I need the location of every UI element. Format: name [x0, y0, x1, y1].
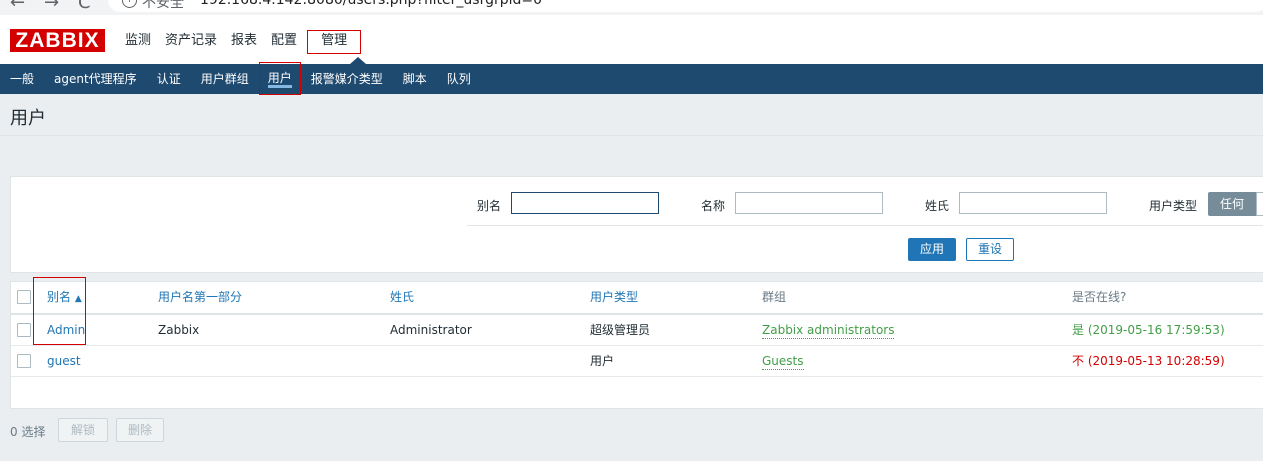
selected-count: 0 选择	[10, 425, 46, 439]
nav-inventory[interactable]: 资产记录	[158, 30, 224, 52]
user-alias-link[interactable]: Admin	[47, 315, 85, 345]
back-icon[interactable]: ←	[10, 0, 25, 13]
browser-toolbar: ← → C i 不安全 192.168.4.142:8080/users.php…	[0, 0, 1263, 15]
top-header: ZABBIX 监测 资产记录 报表 配置 管理	[0, 15, 1263, 64]
table-row: guest 用户 Guests 不 (2019-05-13 10:28:59)	[11, 346, 1263, 377]
filter-panel: 别名 名称 姓氏 用户类型 任何 应用 重设	[10, 176, 1263, 273]
reset-button[interactable]: 重设	[966, 238, 1014, 261]
users-table: 别名 ▲ 用户名第一部分 姓氏 用户类型 群组 是否在线? Admin Zabb…	[10, 277, 1263, 409]
row-checkbox[interactable]	[17, 323, 31, 337]
subnav-user-groups[interactable]: 用户群组	[191, 64, 259, 94]
user-type-filter-label: 用户类型	[1149, 199, 1198, 213]
nav-monitoring[interactable]: 监测	[118, 30, 158, 52]
user-group-link[interactable]: Zabbix administrators	[762, 322, 895, 339]
surname-filter-label: 姓氏	[925, 199, 950, 213]
header-surname[interactable]: 姓氏	[390, 282, 414, 312]
subnav-proxies[interactable]: agent代理程序	[44, 64, 147, 94]
select-all-checkbox[interactable]	[17, 290, 31, 304]
user-type-next-option[interactable]	[1256, 192, 1263, 216]
subnav-general[interactable]: 一般	[0, 64, 44, 94]
title-divider	[0, 135, 1263, 136]
header-name[interactable]: 用户名第一部分	[158, 282, 242, 312]
name-filter-label: 名称	[701, 199, 726, 213]
table-header-row: 别名 ▲ 用户名第一部分 姓氏 用户类型 群组 是否在线?	[11, 282, 1263, 315]
forward-icon[interactable]: →	[44, 0, 59, 13]
user-type: 超级管理员	[590, 323, 651, 337]
alias-filter-label: 别名	[477, 199, 502, 213]
subnav-authentication[interactable]: 认证	[147, 64, 191, 94]
user-type-any-option[interactable]: 任何	[1208, 192, 1256, 216]
name-filter-input[interactable]	[735, 192, 883, 214]
user-group-link[interactable]: Guests	[762, 353, 804, 370]
page-title: 用户	[10, 108, 46, 129]
user-online-status: 不 (2019-05-13 10:28:59)	[1072, 354, 1225, 368]
header-groups: 群组	[762, 290, 787, 304]
header-user-type[interactable]: 用户类型	[590, 282, 638, 312]
user-groups-cell: Guests	[762, 346, 804, 376]
user-online-status: 是 (2019-05-16 17:59:53)	[1072, 323, 1225, 337]
address-bar[interactable]: i 不安全 192.168.4.142:8080/users.php?filte…	[108, 0, 1263, 12]
row-checkbox[interactable]	[17, 354, 31, 368]
sub-nav: 一般 agent代理程序 认证 用户群组 用户 报警媒介类型 脚本 队列	[0, 62, 1263, 95]
active-nav-caret	[350, 57, 366, 64]
apply-button[interactable]: 应用	[908, 238, 956, 261]
url-text[interactable]: 192.168.4.142:8080/users.php?filter_usrg…	[200, 0, 542, 8]
user-surname: Administrator	[390, 323, 472, 337]
nav-configuration[interactable]: 配置	[264, 30, 304, 52]
sort-asc-icon: ▲	[74, 294, 82, 304]
security-label: 不安全	[142, 0, 184, 11]
header-alias[interactable]: 别名 ▲	[47, 282, 82, 314]
reload-icon[interactable]: C	[78, 0, 91, 13]
subnav-queue[interactable]: 队列	[437, 64, 481, 94]
filter-divider	[467, 225, 1263, 226]
unblock-button[interactable]: 解锁	[58, 418, 108, 442]
zabbix-logo[interactable]: ZABBIX	[10, 29, 105, 52]
main-nav: 监测 资产记录 报表 配置 管理	[118, 30, 362, 54]
user-groups-cell: Zabbix administrators	[762, 315, 895, 345]
user-type: 用户	[590, 354, 615, 368]
surname-filter-input[interactable]	[959, 192, 1107, 214]
nav-administration[interactable]: 管理	[307, 30, 362, 54]
nav-reports[interactable]: 报表	[224, 30, 264, 52]
alias-filter-input[interactable]	[511, 192, 659, 214]
subnav-scripts[interactable]: 脚本	[393, 64, 437, 94]
info-icon[interactable]: i	[122, 0, 137, 8]
delete-button[interactable]: 删除	[116, 418, 164, 442]
subnav-media-types[interactable]: 报警媒介类型	[301, 64, 393, 94]
header-online: 是否在线?	[1072, 290, 1127, 304]
user-alias-link[interactable]: guest	[47, 346, 81, 376]
table-row: Admin Zabbix Administrator 超级管理员 Zabbix …	[11, 315, 1263, 346]
user-name: Zabbix	[158, 323, 200, 337]
subnav-users[interactable]: 用户	[258, 62, 301, 95]
